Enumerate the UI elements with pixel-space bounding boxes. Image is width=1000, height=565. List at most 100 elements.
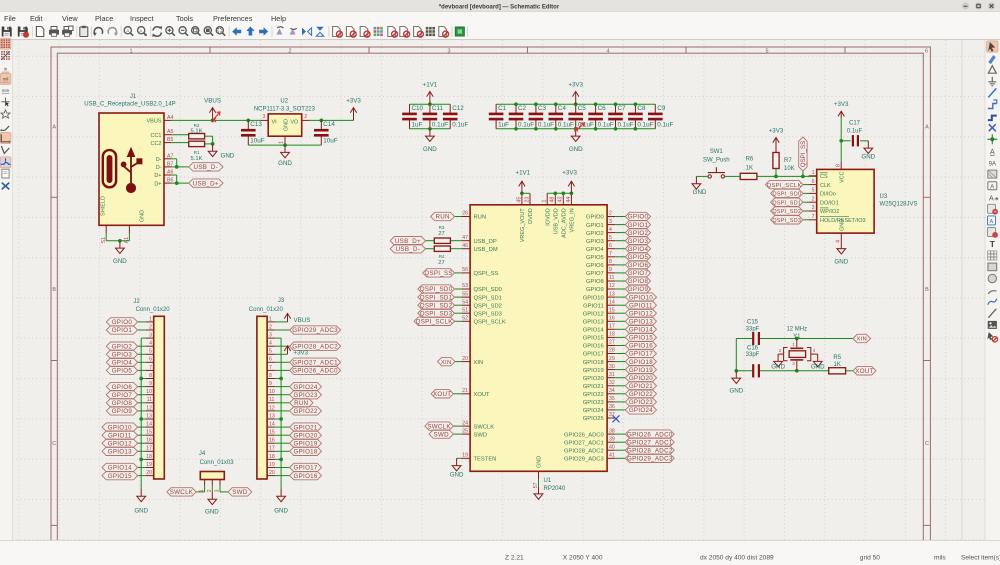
svg-text:Z 2.21: Z 2.21 (505, 555, 524, 562)
svg-text:GPIO20: GPIO20 (294, 432, 318, 439)
svg-text:27: 27 (438, 231, 444, 237)
svg-text:19: 19 (462, 453, 468, 459)
svg-text:GPIO4: GPIO4 (586, 247, 604, 253)
svg-text:+3V3: +3V3 (294, 350, 309, 357)
svg-text:GND: GND (134, 508, 148, 515)
svg-text:GPIO1: GPIO1 (586, 223, 604, 229)
svg-text:GPIO2: GPIO2 (628, 230, 649, 237)
svg-text:26: 26 (462, 211, 468, 217)
svg-text:XOUT: XOUT (474, 392, 491, 398)
svg-text:QSPI_SD3: QSPI_SD3 (772, 218, 801, 224)
svg-text:SWCLK: SWCLK (427, 423, 451, 430)
svg-text:GND: GND (861, 154, 875, 161)
svg-text:R1: R1 (194, 150, 200, 155)
svg-text:GPIO11: GPIO11 (629, 302, 653, 309)
svg-text:GND: GND (811, 364, 825, 371)
svg-text:GPIO27_ADC1: GPIO27_ADC1 (627, 439, 673, 446)
svg-text:C5: C5 (578, 105, 587, 112)
svg-text:J1: J1 (130, 94, 137, 100)
svg-text:5.1K: 5.1K (191, 128, 203, 134)
svg-text:33pF: 33pF (746, 326, 760, 332)
svg-text:GPIO23: GPIO23 (629, 399, 653, 406)
svg-text:34: 34 (609, 388, 615, 394)
svg-text:4: 4 (269, 341, 272, 347)
svg-text:35: 35 (609, 396, 615, 402)
svg-text:SWD: SWD (434, 431, 450, 438)
svg-text:XOUT: XOUT (433, 391, 451, 398)
svg-text:GPIO13: GPIO13 (629, 319, 653, 326)
svg-text:GPIO17: GPIO17 (629, 351, 653, 358)
svg-text:18: 18 (269, 454, 275, 460)
svg-text:QSPI_SS: QSPI_SS (474, 271, 499, 277)
svg-text:GPIO9: GPIO9 (628, 286, 649, 293)
svg-text:GPIO3: GPIO3 (112, 352, 133, 359)
svg-text:GND: GND (569, 146, 583, 153)
svg-text:GND: GND (423, 146, 437, 153)
svg-text:14: 14 (146, 422, 152, 428)
svg-text:1uF: 1uF (498, 121, 509, 128)
svg-text:+3V3: +3V3 (562, 169, 577, 176)
svg-text:3: 3 (149, 333, 152, 339)
svg-text:1K: 1K (746, 165, 753, 171)
svg-text:USB_DP: USB_DP (474, 239, 497, 245)
svg-text:mm: mm (2, 88, 10, 93)
svg-text:12: 12 (269, 405, 275, 411)
svg-text:43: 43 (558, 197, 564, 203)
svg-text:GND: GND (771, 364, 785, 371)
svg-text:GPIO1: GPIO1 (628, 222, 649, 229)
svg-text:2: 2 (304, 114, 307, 120)
svg-text:GPIO7: GPIO7 (112, 392, 133, 399)
svg-text:2: 2 (269, 324, 272, 330)
svg-text:44: 44 (566, 197, 572, 203)
svg-text:9: 9 (609, 267, 612, 273)
svg-text:USB_DM: USB_DM (474, 247, 498, 253)
svg-text:1: 1 (812, 170, 815, 176)
svg-text:QSPI_SS: QSPI_SS (425, 270, 453, 277)
svg-text:9A: 9A (989, 161, 996, 167)
svg-text:QSPI_SS: QSPI_SS (800, 141, 807, 167)
svg-text:55: 55 (462, 291, 468, 297)
svg-text:GND: GND (205, 509, 219, 516)
svg-text:28: 28 (609, 348, 615, 354)
svg-text:D-: D- (156, 157, 162, 163)
svg-text:C3: C3 (538, 105, 547, 112)
svg-text:in: in (4, 67, 8, 72)
svg-text:A: A (925, 125, 929, 131)
svg-text:W25Q128JVS: W25Q128JVS (880, 201, 918, 207)
svg-text:GND: GND (274, 508, 288, 515)
svg-text:20: 20 (269, 470, 275, 476)
svg-text:11: 11 (609, 275, 614, 281)
svg-text:5: 5 (149, 349, 152, 355)
svg-text:D+: D+ (154, 181, 161, 187)
svg-text:A: A (52, 125, 56, 131)
svg-text:C13: C13 (250, 121, 262, 128)
svg-text:GPIO8: GPIO8 (628, 278, 649, 285)
svg-text:GPIO17: GPIO17 (583, 352, 604, 358)
svg-text:10: 10 (269, 389, 275, 395)
svg-text:C10: C10 (412, 105, 424, 112)
svg-text:USB_D+: USB_D+ (395, 238, 421, 245)
svg-text:C7: C7 (618, 105, 627, 112)
svg-text:GPIO14: GPIO14 (583, 328, 605, 334)
svg-text:CS: CS (820, 174, 828, 180)
svg-text:7: 7 (812, 214, 815, 220)
svg-text:Inspect: Inspect (130, 14, 154, 23)
svg-text:GPIO26_ADC0: GPIO26_ADC0 (292, 368, 338, 375)
svg-text:GPIO26_ADC0: GPIO26_ADC0 (564, 432, 604, 438)
svg-text:10: 10 (146, 389, 152, 395)
svg-text:C: C (52, 441, 56, 447)
svg-text:C16: C16 (747, 345, 759, 351)
svg-text:GPIO20: GPIO20 (629, 375, 653, 382)
svg-text:3: 3 (447, 48, 450, 54)
svg-text:GND: GND (140, 210, 146, 222)
svg-text:Place: Place (95, 14, 113, 23)
svg-text:GPIO6: GPIO6 (628, 262, 649, 269)
svg-text:+3V3: +3V3 (769, 128, 784, 135)
svg-text:NCP1117-3.3_SOT223: NCP1117-3.3_SOT223 (254, 106, 316, 112)
svg-text:1: 1 (542, 200, 548, 203)
svg-text:16: 16 (146, 438, 152, 444)
svg-text:5.1K: 5.1K (191, 156, 203, 162)
svg-text:RUN: RUN (435, 214, 449, 221)
svg-text:4: 4 (606, 48, 609, 54)
svg-text:DVDD: DVDD (528, 208, 534, 224)
